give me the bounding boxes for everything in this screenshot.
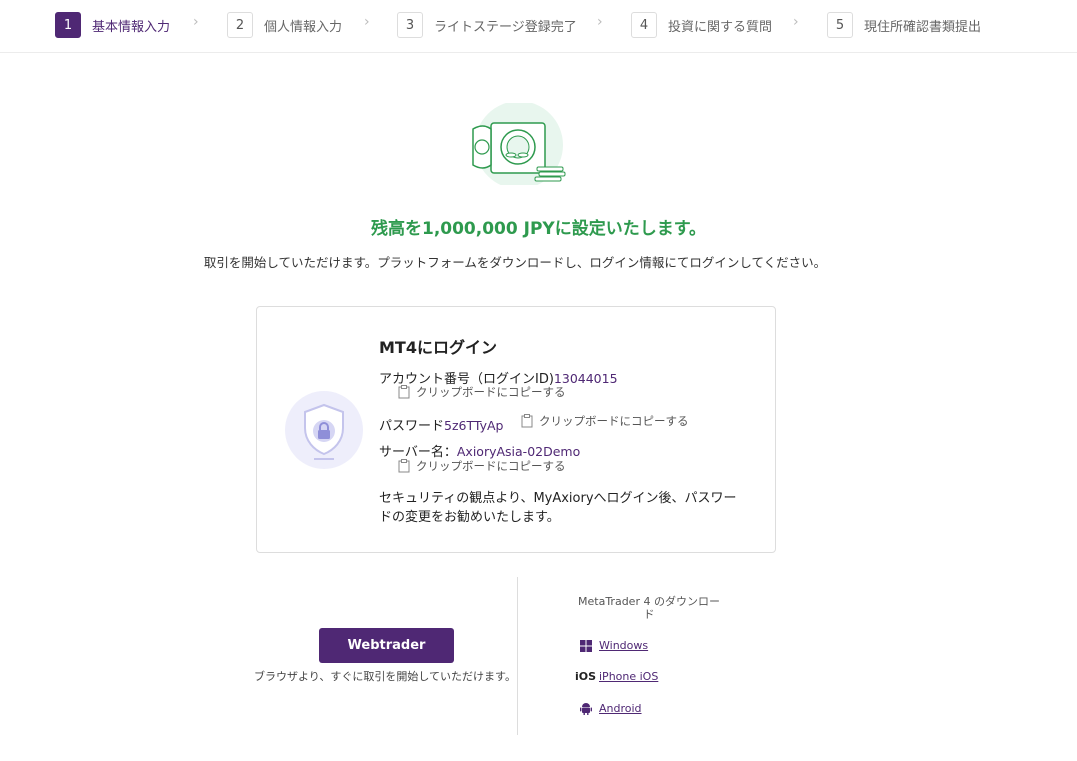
step-number: 4 — [631, 12, 657, 38]
progress-stepper: 1 基本情報入力 › 2 個人情報入力 › 3 ライトステージ登録完了 › 4 … — [0, 0, 1077, 53]
step-investment-questions[interactable]: 4 投資に関する質問 — [631, 12, 772, 38]
copy-label: クリップボードにコピーする — [416, 459, 566, 473]
step-number: 5 — [827, 12, 853, 38]
password-label: パスワード — [379, 419, 445, 434]
copy-password-button[interactable]: クリップボードにコピーする — [521, 413, 689, 429]
instruction-text: 取引を開始していただけます。プラットフォームをダウンロードし、ログイン情報にてロ… — [203, 255, 827, 270]
chevron-right-icon: › — [364, 14, 370, 30]
step-number: 3 — [397, 12, 423, 38]
password-row: パスワード5z6TTyAp — [379, 415, 503, 434]
step-address-documents[interactable]: 5 現住所確認書類提出 — [827, 12, 981, 38]
download-title: MetaTrader 4 のダウンロード — [578, 595, 720, 621]
step-number: 1 — [55, 12, 81, 38]
download-ios-link[interactable]: iOS iPhone iOS — [574, 670, 659, 683]
step-personal-info[interactable]: 2 個人情報入力 — [227, 12, 342, 38]
step-light-stage[interactable]: 3 ライトステージ登録完了 — [397, 12, 577, 38]
vertical-divider — [517, 577, 518, 735]
copy-label: クリップボードにコピーする — [416, 385, 566, 399]
copy-label: クリップボードにコピーする — [539, 414, 689, 428]
download-link-label: iPhone iOS — [599, 670, 659, 683]
chevron-right-icon: › — [793, 14, 799, 30]
download-android-link[interactable]: Android — [578, 702, 642, 715]
download-windows-link[interactable]: Windows — [578, 639, 648, 652]
android-icon — [578, 702, 593, 715]
clipboard-icon — [398, 385, 410, 399]
windows-icon — [578, 639, 593, 652]
download-link-label: Windows — [599, 639, 649, 652]
step-basic-info[interactable]: 1 基本情報入力 — [55, 12, 170, 38]
security-note: セキュリティの観点より、MyAxioryへログイン後、パスワードの変更をお勧めい… — [379, 491, 737, 525]
copy-server-button[interactable]: クリップボードにコピーする — [398, 458, 566, 474]
chevron-right-icon: › — [597, 14, 603, 30]
clipboard-icon — [398, 459, 410, 473]
server-value: AxioryAsia-02Demo — [456, 444, 581, 459]
mt4-login-card: MT4にログイン アカウント番号（ログインID)13044015 クリップボード… — [256, 306, 776, 553]
webtrader-note: ブラウザより、すぐに取引を開始していただけます。 — [254, 670, 516, 683]
balance-headline: 残高を1,000,000 JPYに設定いたします。 — [370, 219, 707, 239]
step-number: 2 — [227, 12, 253, 38]
step-label: 投資に関する質問 — [668, 19, 773, 35]
step-label: 個人情報入力 — [264, 19, 343, 35]
clipboard-icon — [521, 414, 533, 428]
vault-illustration — [472, 103, 566, 185]
security-shield-icon — [285, 391, 363, 469]
card-title: MT4にログイン — [379, 338, 497, 357]
step-label: ライトステージ登録完了 — [434, 19, 577, 35]
password-value: 5z6TTyAp — [444, 418, 504, 433]
download-link-label: Android — [599, 702, 642, 715]
step-label: 現住所確認書類提出 — [864, 19, 982, 35]
ios-icon: iOS — [574, 670, 597, 683]
copy-account-button[interactable]: クリップボードにコピーする — [398, 384, 566, 400]
chevron-right-icon: › — [193, 14, 199, 30]
webtrader-button[interactable]: Webtrader — [319, 628, 454, 663]
step-label: 基本情報入力 — [92, 19, 171, 35]
